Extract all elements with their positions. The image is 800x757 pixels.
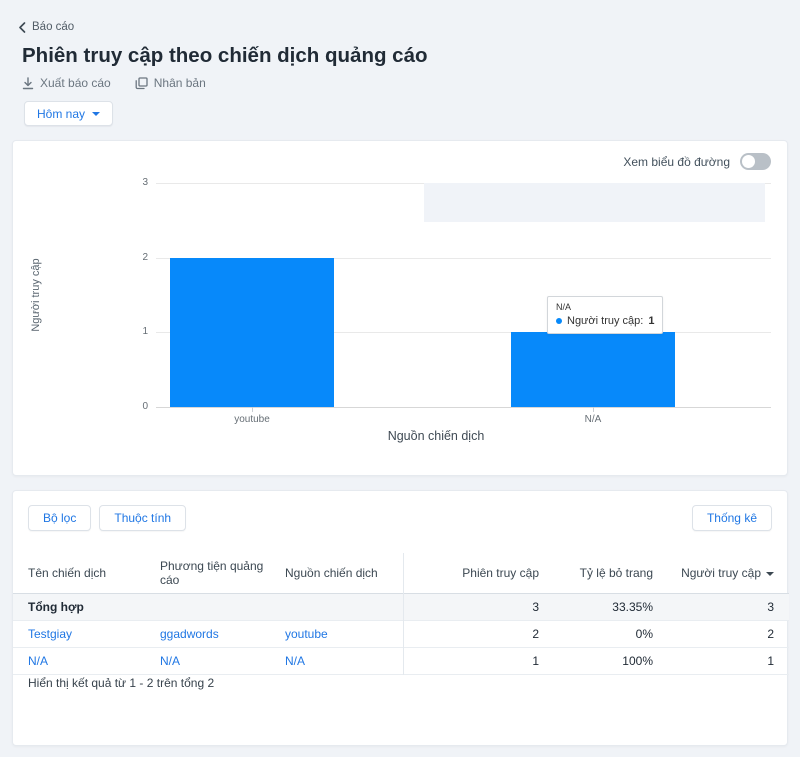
- tooltip-series-label: Người truy cập:: [567, 315, 644, 327]
- campaign-link[interactable]: Testgiay: [28, 627, 72, 641]
- x-tick-mark: [593, 407, 594, 412]
- x-axis-title: Nguồn chiến dịch: [387, 429, 485, 443]
- sessions-value: 2: [402, 620, 539, 648]
- summary-visitors: 3: [767, 600, 774, 614]
- column-header-medium[interactable]: Phương tiện quảng cáo: [160, 553, 285, 594]
- export-report-label: Xuất báo cáo: [40, 76, 111, 90]
- bounce-rate-value: 100%: [622, 654, 653, 668]
- column-header-visitors[interactable]: Người truy cập: [653, 553, 789, 594]
- chevron-left-icon: [18, 21, 26, 33]
- x-tick-mark: [252, 407, 253, 412]
- y-tick-label: 0: [142, 401, 148, 412]
- toggle-knob: [742, 155, 755, 168]
- breadcrumb[interactable]: Báo cáo: [18, 21, 74, 33]
- summary-row: Tổng hợp 3 33.35% 3: [13, 593, 789, 621]
- y-axis-title: Người truy cập: [30, 258, 42, 332]
- chart-hover-band: [424, 183, 765, 222]
- medium-link[interactable]: ggadwords: [160, 627, 219, 641]
- chart-card: Xem biểu đồ đường Người truy cập 0 1 2 3 yo…: [12, 140, 788, 476]
- bar-N/A[interactable]: [511, 332, 675, 407]
- series-dot-icon: [556, 318, 562, 324]
- duplicate-icon: [135, 76, 148, 90]
- tooltip-value: 1: [648, 315, 655, 327]
- bounce-rate-value: 0%: [635, 627, 653, 641]
- bar-youtube[interactable]: [170, 257, 334, 407]
- x-category-label: youtube: [234, 414, 270, 425]
- line-chart-toggle[interactable]: [740, 153, 771, 170]
- chevron-down-icon: [92, 111, 101, 116]
- table-header-row: Tên chiến dịch Phương tiện quảng cáo Ngu…: [13, 553, 789, 594]
- line-chart-toggle-row: Xem biểu đồ đường: [623, 153, 771, 170]
- source-link[interactable]: N/A: [285, 654, 305, 668]
- x-axis-line: [156, 407, 771, 408]
- y-tick-label: 2: [142, 251, 148, 263]
- column-header-source[interactable]: Nguồn chiến dịch: [285, 553, 403, 594]
- export-report-button[interactable]: Xuất báo cáo: [22, 76, 111, 90]
- report-table: Tên chiến dịch Phương tiện quảng cáo Ngu…: [13, 553, 789, 675]
- date-filter-label: Hôm nay: [37, 106, 86, 121]
- sort-desc-icon: [766, 572, 774, 576]
- x-category-label: N/A: [584, 414, 602, 425]
- attributes-button[interactable]: Thuộc tính: [99, 505, 187, 531]
- column-header-visitors-label: Người truy cập: [681, 566, 761, 580]
- summary-label: Tổng hợp: [28, 600, 84, 614]
- filter-button[interactable]: Bộ lọc: [28, 505, 92, 531]
- download-icon: [22, 76, 34, 90]
- table-row: Testgiay ggadwords youtube 2 0% 2: [13, 620, 789, 648]
- duplicate-label: Nhân bản: [153, 76, 206, 90]
- summary-bounce-rate: 33.35%: [612, 600, 653, 614]
- y-axis-ticks: 0 1 2 3: [118, 177, 148, 412]
- sessions-value: 1: [402, 647, 539, 675]
- results-summary: Hiển thị kết quả từ 1 - 2 trên tổng 2: [28, 676, 215, 690]
- duplicate-button[interactable]: Nhân bản: [135, 76, 206, 90]
- source-link[interactable]: youtube: [285, 627, 328, 641]
- breadcrumb-label: Báo cáo: [32, 21, 75, 33]
- medium-link[interactable]: N/A: [160, 654, 180, 668]
- statistics-button[interactable]: Thống kê: [691, 505, 772, 531]
- column-header-campaign[interactable]: Tên chiến dịch: [13, 553, 160, 594]
- summary-sessions: 3: [402, 593, 539, 621]
- y-tick-label: 1: [142, 326, 148, 338]
- column-header-sessions[interactable]: Phiên truy cập: [402, 553, 539, 594]
- visitors-value: 1: [767, 654, 774, 668]
- table-row: N/A N/A N/A 1 100% 1: [13, 647, 789, 675]
- chart-tooltip: N/A Người truy cập: 1: [547, 296, 664, 334]
- header-actions: Xuất báo cáo Nhân bản: [22, 76, 206, 90]
- visitors-value: 2: [767, 627, 774, 641]
- y-tick-label: 3: [142, 177, 148, 188]
- report-table-card: Bộ lọc Thuộc tính Thống kê Tên chiến dịc…: [12, 490, 789, 746]
- tooltip-category: N/A: [556, 302, 572, 312]
- column-header-bounce-rate[interactable]: Tỷ lệ bỏ trang: [539, 553, 653, 594]
- page-title: Phiên truy cập theo chiến dịch quảng cáo: [22, 44, 428, 67]
- line-chart-toggle-label: Xem biểu đồ đường: [623, 154, 730, 169]
- campaign-link[interactable]: N/A: [28, 654, 48, 668]
- date-filter-button[interactable]: Hôm nay: [24, 101, 114, 126]
- table-toolbar: Bộ lọc Thuộc tính Thống kê: [28, 505, 772, 531]
